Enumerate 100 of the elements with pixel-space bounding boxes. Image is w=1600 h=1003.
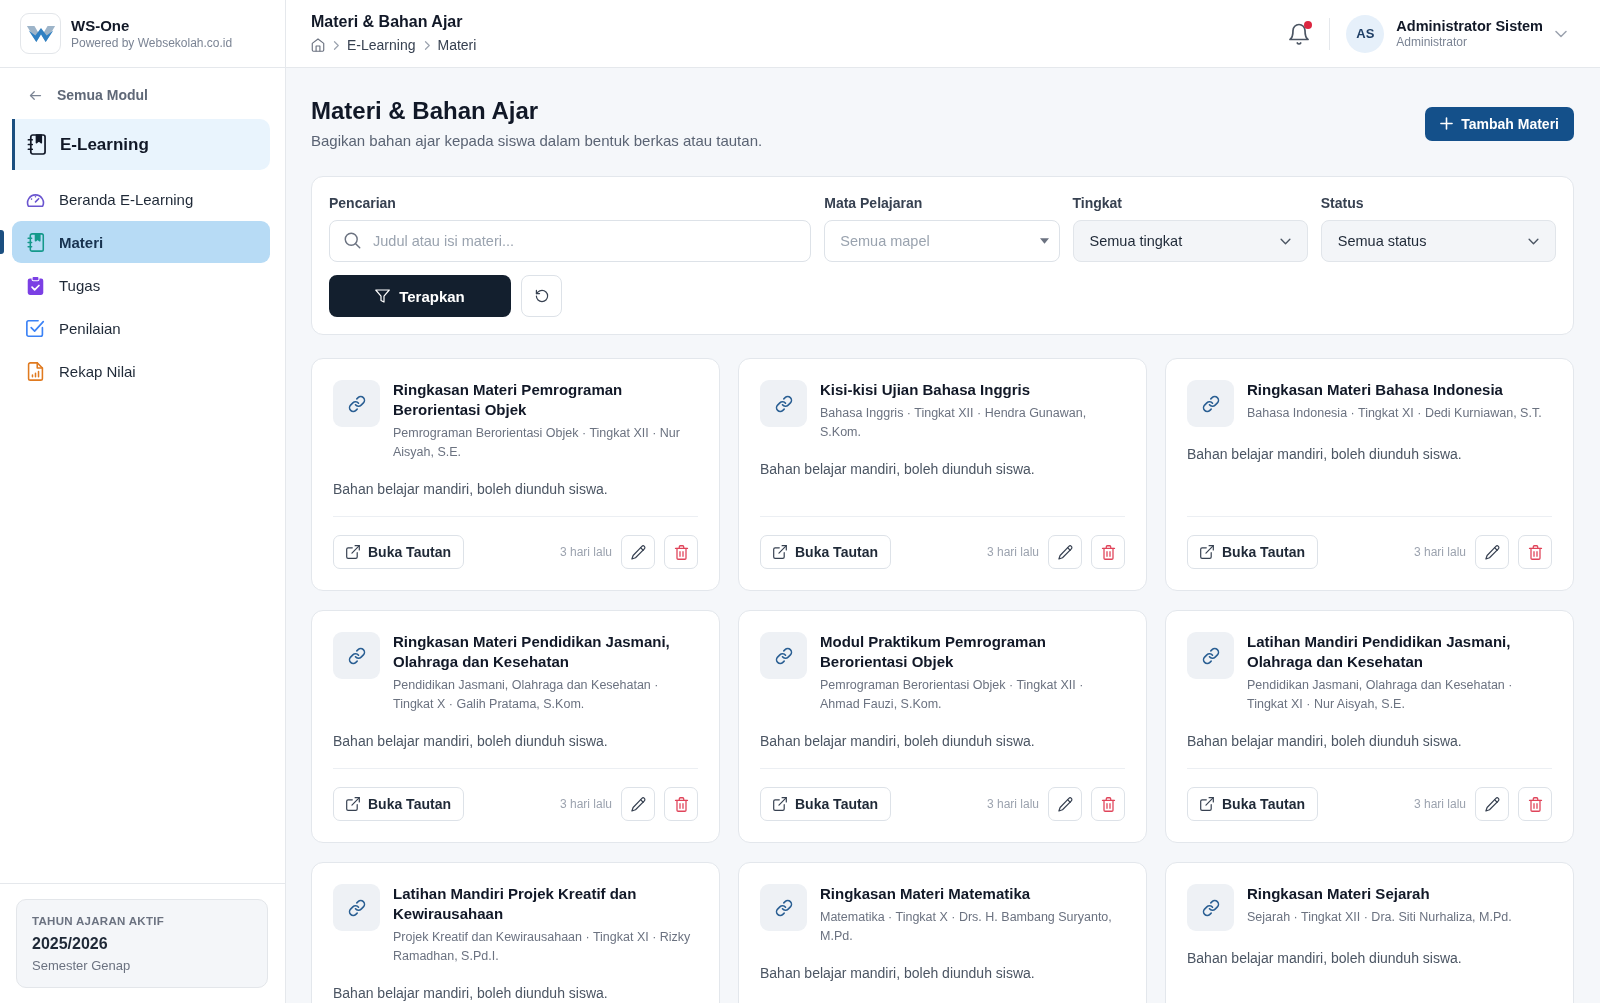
card-description: Bahan belajar mandiri, boleh diunduh siswa. (333, 984, 609, 1003)
chevron-right-icon (423, 40, 430, 50)
open-link-button[interactable]: Buka Tautan (333, 787, 464, 821)
card-title: Ringkasan Materi Bahasa Indonesia (1247, 380, 1504, 400)
checkbox-icon (26, 318, 45, 338)
breadcrumb-link[interactable]: E-Learning (347, 37, 416, 53)
user-avatar[interactable]: AS (1346, 14, 1385, 53)
filter-icon (375, 289, 391, 303)
trash-icon (673, 544, 689, 560)
apply-button[interactable]: Terapkan (329, 275, 511, 317)
sidebar-item[interactable]: Tugas (12, 264, 270, 306)
link-icon (760, 380, 807, 427)
pencil-icon (630, 544, 646, 560)
pencil-icon (1484, 544, 1500, 560)
edit-button[interactable] (1048, 535, 1082, 569)
card-description: Bahan belajar mandiri, boleh diunduh siswa. (1187, 732, 1463, 751)
card-meta: Matematika · Tingkat X · Drs. H. Bambang Suryanto, M.Pd. (820, 909, 1113, 945)
card-meta: Projek Kreatif dan Kewirausahaan · Tingkat XI · Rizky Ramadhan, S.Pd.I. (393, 929, 692, 965)
dropdown-field[interactable]: Semua tingkat (1072, 220, 1308, 262)
open-link-button[interactable]: Buka Tautan (1187, 535, 1318, 569)
notebook-icon (27, 134, 46, 155)
trash-icon (1527, 544, 1543, 560)
breadcrumb-current: Materi (437, 37, 477, 53)
delete-button[interactable] (664, 787, 698, 821)
card-meta: Pendidikan Jasmani, Olahraga dan Kesehatan · Tingkat X · Galih Pratama, S.Kom. (393, 677, 660, 713)
sidebar-item[interactable]: Penilaian (12, 307, 270, 349)
delete-button[interactable] (1091, 787, 1125, 821)
refresh-icon (534, 289, 549, 303)
back-link[interactable]: Semua Modul (28, 84, 148, 106)
external-link-icon (773, 545, 787, 559)
notebook-icon (26, 232, 45, 252)
add-material-button[interactable]: Tambah Materi (1425, 106, 1574, 141)
edit-button[interactable] (1475, 787, 1509, 821)
field-label: Tingkat (1072, 194, 1124, 212)
sidebar-item[interactable]: Materi (12, 221, 270, 263)
trash-icon (673, 796, 689, 812)
edit-button[interactable] (621, 535, 655, 569)
search-field[interactable]: Judul atau isi materi... (329, 220, 812, 262)
card-meta: Pemrograman Berorientasi Objek · Tingkat XII · Ahmad Fauzi, S.Kom. (820, 677, 1085, 713)
open-link-button[interactable]: Buka Tautan (333, 535, 464, 569)
edit-button[interactable] (1048, 787, 1082, 821)
sidebar-item[interactable]: Rekap Nilai (12, 350, 270, 392)
bell-icon[interactable] (1289, 22, 1310, 45)
card-description: Bahan belajar mandiri, boleh diunduh siswa. (760, 964, 1036, 983)
reset-button[interactable] (521, 275, 562, 317)
link-icon (333, 884, 380, 931)
card-meta: Bahasa Inggris · Tingkat XII · Hendra Gunawan, S.Kom. (820, 405, 1088, 441)
page-subtitle: Bagikan bahan ajar kepada siswa dalam bentuk berkas atau tautan. (311, 131, 763, 151)
card-title: Ringkasan Materi Pemrograman Berorientasi Objek (393, 380, 624, 420)
sidebar-item[interactable]: Beranda E-Learning (12, 178, 270, 220)
delete-button[interactable] (1518, 535, 1552, 569)
delete-button[interactable] (664, 535, 698, 569)
card-description: Bahan belajar mandiri, boleh diunduh siswa. (760, 732, 1036, 751)
timestamp: 3 hari lalu (986, 797, 1039, 811)
app-tagline: Powered by Websekolah.co.id (71, 35, 233, 51)
link-icon (760, 884, 807, 931)
timestamp: 3 hari lalu (986, 545, 1039, 559)
link-icon (760, 632, 807, 679)
card-meta: Bahasa Indonesia · Tingkat XI · Dedi Kurniawan, S.T. (1247, 405, 1543, 422)
card-meta: Pendidikan Jasmani, Olahraga dan Kesehatan · Tingkat XI · Nur Aisyah, S.E. (1247, 677, 1514, 713)
logo-icon (20, 13, 61, 54)
card-title: Ringkasan Materi Matematika (820, 884, 1032, 904)
pencil-icon (1057, 796, 1073, 812)
card-description: Bahan belajar mandiri, boleh diunduh siswa. (1187, 949, 1463, 968)
external-link-icon (346, 797, 360, 811)
chevron-right-icon (333, 40, 339, 50)
trash-icon (1527, 796, 1543, 812)
open-link-button[interactable]: Buka Tautan (760, 535, 891, 569)
edit-button[interactable] (621, 787, 655, 821)
link-icon (333, 380, 380, 427)
link-icon (1187, 632, 1234, 679)
card-title: Latihan Mandiri Pendidikan Jasmani, Olahraga dan Kesehatan (1247, 632, 1512, 672)
caret-icon (1039, 238, 1049, 244)
external-link-icon (1200, 797, 1214, 811)
delete-button[interactable] (1091, 535, 1125, 569)
pencil-icon (1057, 544, 1073, 560)
chevron-down-icon (1279, 237, 1291, 245)
pencil-icon (630, 796, 646, 812)
edit-button[interactable] (1475, 535, 1509, 569)
card-description: Bahan belajar mandiri, boleh diunduh siswa. (760, 460, 1036, 479)
home-icon[interactable] (311, 38, 325, 52)
clipboard-check-icon (26, 275, 45, 295)
timestamp: 3 hari lalu (559, 797, 612, 811)
academic-year-label: TAHUN AJARAN AKTIF (32, 914, 166, 929)
chevron-down-icon (1528, 237, 1539, 245)
card-title: Ringkasan Materi Pendidikan Jasmani, Olahraga dan Kesehatan (393, 632, 671, 672)
timestamp: 3 hari lalu (559, 545, 612, 559)
open-link-button[interactable]: Buka Tautan (760, 787, 891, 821)
external-link-icon (773, 797, 787, 811)
open-link-button[interactable]: Buka Tautan (1187, 787, 1318, 821)
dropdown-field[interactable]: Semua status (1320, 220, 1556, 262)
semester-label: Semester Genap (32, 957, 132, 975)
link-icon (1187, 380, 1234, 427)
module-title: E-Learning (60, 134, 149, 155)
card-title: Ringkasan Materi Sejarah (1247, 884, 1431, 904)
card-title: Kisi-kisi Ujian Bahasa Inggris (820, 380, 1032, 400)
card-meta: Sejarah · Tingkat XII · Dra. Siti Nurhaliza, M.Pd. (1247, 909, 1513, 926)
delete-button[interactable] (1518, 787, 1552, 821)
chart-file-icon (26, 361, 45, 381)
card-description: Bahan belajar mandiri, boleh diunduh siswa. (333, 480, 609, 499)
